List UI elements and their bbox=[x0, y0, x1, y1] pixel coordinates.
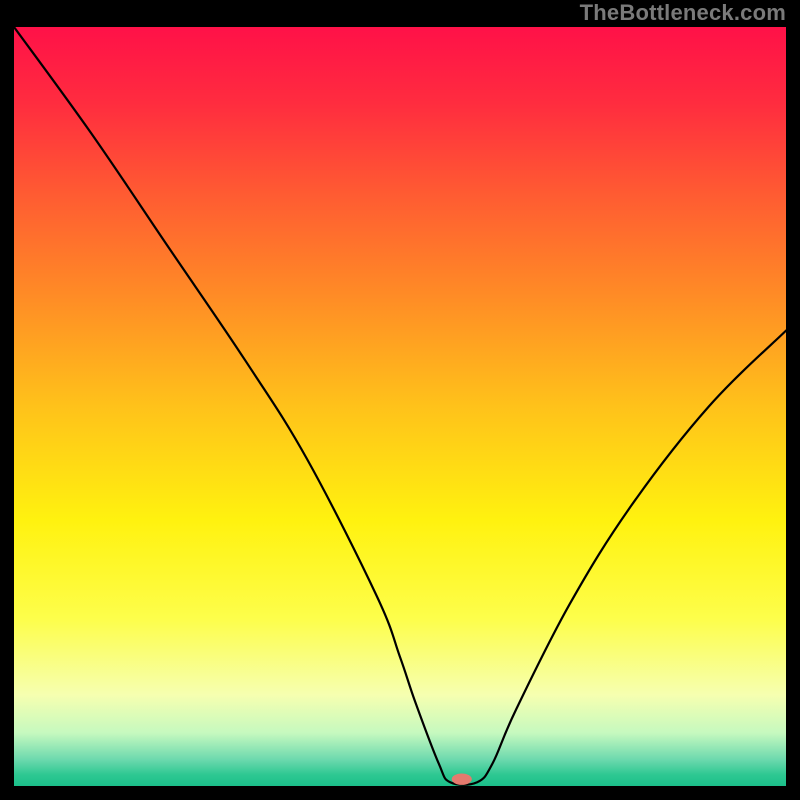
watermark-text: TheBottleneck.com bbox=[580, 0, 786, 26]
gradient-background bbox=[14, 27, 786, 786]
min-point-marker bbox=[452, 773, 472, 784]
plot-svg bbox=[14, 27, 786, 786]
plot-area bbox=[14, 27, 786, 786]
chart-frame: TheBottleneck.com bbox=[0, 0, 800, 800]
